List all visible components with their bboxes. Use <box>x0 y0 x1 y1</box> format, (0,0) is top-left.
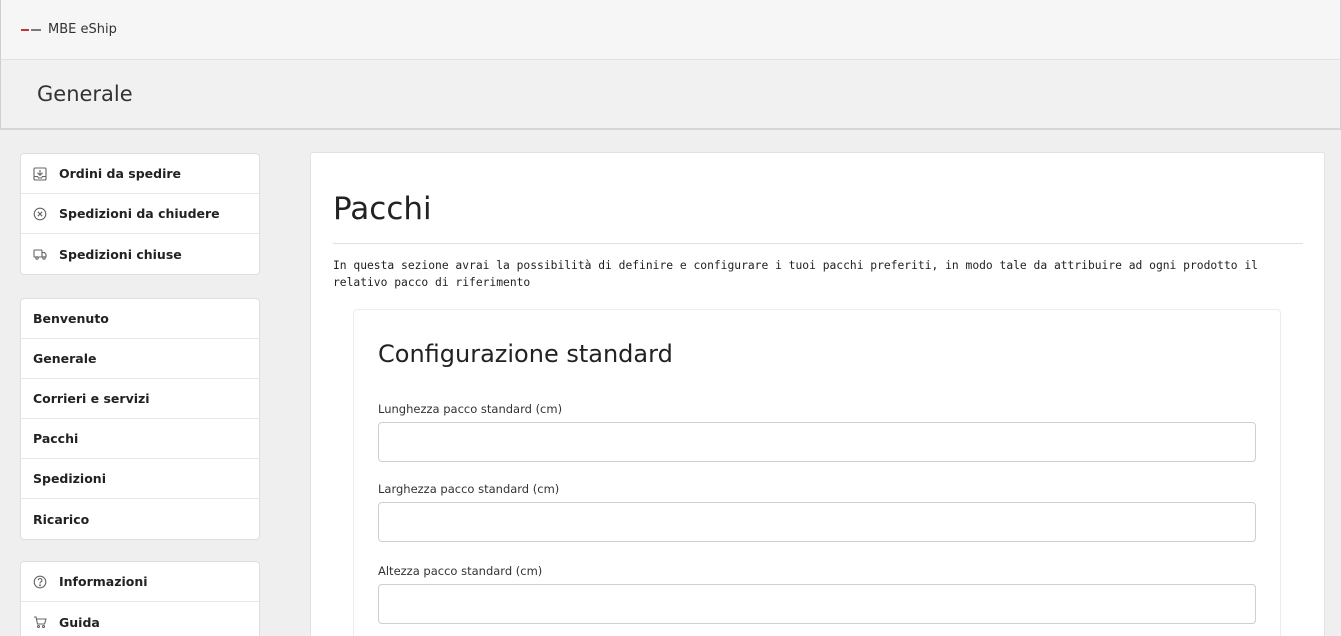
app-title: MBE eShip <box>48 22 117 37</box>
standard-config-card: Configurazione standard Lunghezza pacco … <box>353 309 1281 636</box>
app-titlebar: MBE eShip <box>0 0 1341 60</box>
sidebar-item-guida[interactable]: Guida <box>21 602 259 636</box>
sidebar-item-spedizioni-chiuse[interactable]: Spedizioni chiuse <box>21 234 259 274</box>
title-divider <box>333 243 1303 244</box>
info-circle-icon <box>33 575 47 589</box>
sidebar-item-label: Guida <box>59 614 100 630</box>
guide-icon <box>33 615 47 629</box>
sidebar-item-label: Ordini da spedire <box>59 166 182 181</box>
sidebar-item-ordini-da-spedire[interactable]: Ordini da spedire <box>21 154 259 194</box>
sidebar-item-ricarico[interactable]: Ricarico <box>21 499 259 539</box>
page-header: Generale <box>0 60 1341 130</box>
sidebar-item-pacchi[interactable]: Pacchi <box>21 419 259 459</box>
sidebar-item-label: Spedizioni chiuse <box>59 246 182 262</box>
sidebar-item-label: Ricarico <box>33 511 90 527</box>
main-panel: Pacchi In questa sezione avrai la possib… <box>310 152 1325 636</box>
sidebar-item-label: Generale <box>33 351 97 366</box>
sidebar-help-group: Informazioni Guida <box>20 561 260 636</box>
sidebar-item-label: Informazioni <box>59 574 148 589</box>
length-label: Lunghezza pacco standard (cm) <box>378 402 563 416</box>
mbe-logo-icon <box>21 25 41 35</box>
card-title: Configurazione standard <box>378 340 673 368</box>
sidebar-item-label: Benvenuto <box>33 311 109 326</box>
sidebar-shipments-group: Ordini da spedire Spedizioni da chiudere… <box>20 153 260 275</box>
sidebar-item-corrieri-e-servizi[interactable]: Corrieri e servizi <box>21 379 259 419</box>
sidebar-item-spedizioni-da-chiudere[interactable]: Spedizioni da chiudere <box>21 194 259 234</box>
sidebar-item-label: Spedizioni da chiudere <box>59 206 220 221</box>
header-title: Generale <box>37 82 133 106</box>
inbox-download-icon <box>33 166 47 181</box>
sidebar-item-generale[interactable]: Generale <box>21 339 259 379</box>
page-title: Pacchi <box>333 191 432 227</box>
sidebar-item-label: Spedizioni <box>33 471 106 486</box>
sidebar-item-informazioni[interactable]: Informazioni <box>21 562 259 602</box>
height-label: Altezza pacco standard (cm) <box>378 564 543 578</box>
sidebar-item-spedizioni[interactable]: Spedizioni <box>21 459 259 499</box>
width-label: Larghezza pacco standard (cm) <box>378 482 560 496</box>
section-description: In questa sezione avrai la possibilità d… <box>333 259 1258 289</box>
width-input[interactable] <box>378 502 1256 542</box>
height-input[interactable] <box>378 584 1256 624</box>
truck-icon <box>33 247 47 261</box>
circle-x-icon <box>33 207 47 221</box>
sidebar-item-label: Corrieri e servizi <box>33 391 150 406</box>
sidebar-item-label: Pacchi <box>33 431 79 446</box>
length-input[interactable] <box>378 422 1256 462</box>
sidebar-settings-group: Benvenuto Generale Corrieri e servizi Pa… <box>20 298 260 540</box>
sidebar-item-benvenuto[interactable]: Benvenuto <box>21 299 259 339</box>
